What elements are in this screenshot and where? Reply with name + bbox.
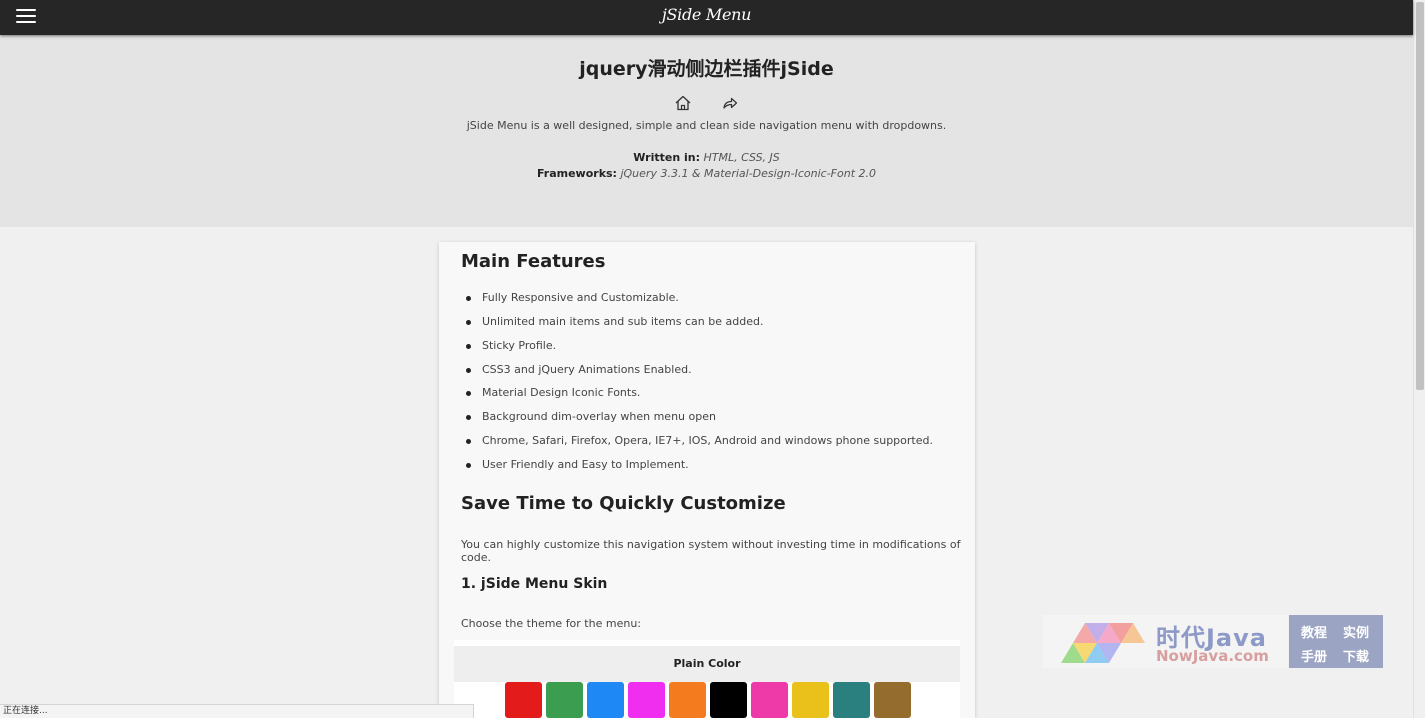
written-in-label: Written in:	[633, 151, 700, 164]
frameworks-value: jQuery 3.3.1 & Material-Design-Iconic-Fo…	[620, 167, 877, 180]
customize-heading: Save Time to Quickly Customize	[461, 493, 786, 514]
watermark-link-examples[interactable]: 实例	[1343, 622, 1369, 641]
hero-icon-row	[0, 94, 1413, 112]
feature-item: Fully Responsive and Customizable.	[461, 291, 933, 315]
feature-item: Unlimited main items and sub items can b…	[461, 315, 933, 339]
color-swatch[interactable]	[505, 682, 542, 718]
skin-heading: 1. jSide Menu Skin	[461, 576, 608, 592]
color-swatch[interactable]	[546, 682, 583, 718]
page-title: jquery滑动侧边栏插件jSide	[579, 58, 834, 80]
color-swatch[interactable]	[751, 682, 788, 718]
scrollbar-thumb[interactable]	[1416, 2, 1424, 390]
color-swatch[interactable]	[833, 682, 870, 718]
feature-list: Fully Responsive and Customizable. Unlim…	[461, 291, 933, 482]
written-in-line: Written in: HTML, CSS, JS	[0, 151, 1413, 164]
triangle-logo-icon	[1061, 623, 1145, 663]
feature-item: Sticky Profile.	[461, 339, 933, 363]
skin-text: Choose the theme for the menu:	[461, 617, 641, 630]
color-swatch[interactable]	[710, 682, 747, 718]
frameworks-line: Frameworks: jQuery 3.3.1 & Material-Desi…	[0, 167, 1413, 180]
hero-section: jquery滑动侧边栏插件jSide jSide Menu is a well …	[0, 35, 1413, 227]
customize-text: You can highly customize this navigation…	[461, 538, 961, 564]
plain-color-label: Plain Color	[454, 646, 960, 682]
watermark-logo-area[interactable]: 时代Java NowJava.com	[1043, 615, 1288, 668]
watermark-domain: NowJava.com	[1156, 647, 1269, 665]
top-navbar: jSide Menu	[0, 0, 1413, 35]
navbar-title: jSide Menu	[661, 5, 752, 24]
color-swatch-row	[505, 682, 911, 718]
content-card: Main Features Fully Responsive and Custo…	[439, 242, 975, 718]
feature-item: CSS3 and jQuery Animations Enabled.	[461, 363, 933, 387]
watermark-banner[interactable]: 时代Java NowJava.com 教程 实例 手册 下载	[1043, 615, 1383, 668]
watermark-link-manual[interactable]: 手册	[1301, 646, 1327, 665]
watermark-link-download[interactable]: 下载	[1343, 646, 1369, 665]
feature-item: Chrome, Safari, Firefox, Opera, IE7+, IO…	[461, 434, 933, 458]
share-icon[interactable]	[721, 94, 739, 112]
color-swatch[interactable]	[669, 682, 706, 718]
vertical-scrollbar[interactable]	[1413, 0, 1425, 718]
main-features-heading: Main Features	[461, 251, 606, 272]
feature-item: Background dim-overlay when menu open	[461, 410, 933, 434]
hero-description: jSide Menu is a well designed, simple an…	[466, 119, 947, 132]
watermark-link-tutorial[interactable]: 教程	[1301, 622, 1327, 641]
color-swatch[interactable]	[587, 682, 624, 718]
home-icon[interactable]	[674, 94, 692, 112]
skin-panel: Plain Color	[454, 640, 960, 718]
browser-status-bar: 正在连接...	[0, 704, 474, 718]
feature-item: User Friendly and Easy to Implement.	[461, 458, 933, 482]
written-in-value: HTML, CSS, JS	[703, 151, 780, 164]
frameworks-label: Frameworks:	[536, 167, 617, 180]
watermark-links: 教程 实例 手册 下载	[1289, 615, 1383, 668]
color-swatch[interactable]	[792, 682, 829, 718]
color-swatch[interactable]	[874, 682, 911, 718]
feature-item: Material Design Iconic Fonts.	[461, 386, 933, 410]
color-swatch[interactable]	[628, 682, 665, 718]
